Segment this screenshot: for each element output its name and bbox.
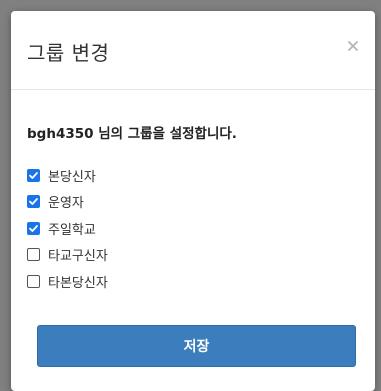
group-label: 본당신자 xyxy=(48,169,96,185)
close-icon xyxy=(348,41,358,51)
group-change-dialog: 그룹 변경 bgh4350 님의 그룹을 설정합니다. 본당신자 운영자 주일학… xyxy=(11,11,375,391)
save-button[interactable]: 저장 xyxy=(37,325,356,367)
group-checkbox-1[interactable] xyxy=(27,195,40,209)
group-item-0[interactable]: 본당신자 xyxy=(27,162,359,189)
group-item-1[interactable]: 운영자 xyxy=(27,189,359,216)
checkmark-icon xyxy=(29,198,38,206)
group-checkbox-2[interactable] xyxy=(27,221,40,235)
dialog-body: bgh4350 님의 그룹을 설정합니다. 본당신자 운영자 주일학교 타교구신… xyxy=(11,122,375,295)
dialog-prompt: bgh4350 님의 그룹을 설정합니다. xyxy=(27,126,237,142)
dialog-header: 그룹 변경 xyxy=(11,11,375,90)
group-label: 타본당신자 xyxy=(48,275,108,291)
close-button[interactable] xyxy=(345,38,361,54)
checkmark-icon xyxy=(29,224,38,232)
group-label: 주일학교 xyxy=(48,222,96,238)
group-checkbox-4[interactable] xyxy=(27,274,40,288)
group-item-4[interactable]: 타본당신자 xyxy=(27,268,359,295)
group-list: 본당신자 운영자 주일학교 타교구신자 타본당신자 xyxy=(27,162,359,295)
group-label: 타교구신자 xyxy=(48,249,108,265)
group-item-2[interactable]: 주일학교 xyxy=(27,215,359,242)
group-checkbox-3[interactable] xyxy=(27,248,40,262)
group-item-3[interactable]: 타교구신자 xyxy=(27,242,359,269)
checkmark-icon xyxy=(29,171,38,179)
group-checkbox-0[interactable] xyxy=(27,168,40,182)
dialog-title: 그룹 변경 xyxy=(27,41,110,65)
group-label: 운영자 xyxy=(48,196,84,212)
